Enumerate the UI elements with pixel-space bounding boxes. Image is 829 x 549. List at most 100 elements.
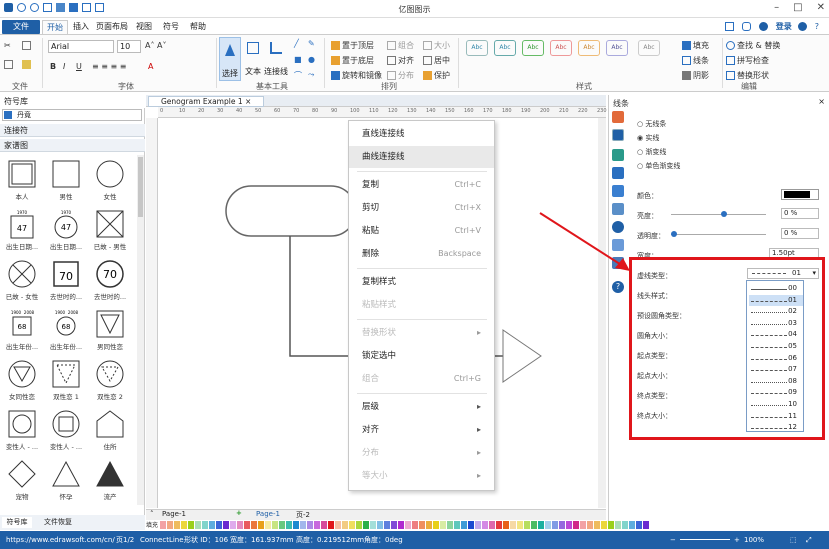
maximize-icon[interactable]: □	[793, 2, 802, 13]
palette-swatch[interactable]	[412, 521, 418, 529]
document-tab[interactable]: Genogram Example 1 ×	[148, 96, 265, 107]
style-preset-1[interactable]: Abc	[466, 40, 488, 56]
font-name-select[interactable]: Arial	[48, 40, 114, 53]
tab-page-layout[interactable]: 页面布局	[95, 20, 129, 34]
tab-symbol-library[interactable]: 符号库	[2, 517, 32, 528]
palette-swatch[interactable]	[377, 521, 383, 529]
palette-swatch[interactable]	[293, 521, 299, 529]
tab-insert[interactable]: 插入	[70, 20, 92, 34]
align-button[interactable]: 对齐	[387, 55, 414, 66]
rotate-mirror-button[interactable]: 旋转和镜像	[331, 70, 382, 81]
palette-swatch[interactable]	[587, 521, 593, 529]
shape-residence[interactable]: 住所	[90, 409, 130, 459]
line-button[interactable]: 线条	[682, 55, 709, 66]
palette-swatch[interactable]	[622, 521, 628, 529]
tab-home[interactable]: 开始	[42, 20, 68, 34]
palette-swatch[interactable]	[573, 521, 579, 529]
shadow-button[interactable]: 阴影	[682, 70, 709, 81]
palette-swatch[interactable]	[223, 521, 229, 529]
replace-shape-button[interactable]: 替换形状	[726, 70, 769, 81]
color-picker[interactable]	[781, 189, 819, 200]
shape-birth-date-2[interactable]: 47 1970 出生日期...	[46, 209, 86, 259]
ellipse-shape-icon[interactable]: ●	[308, 55, 315, 64]
tab-view[interactable]: 视图	[133, 20, 155, 34]
palette-swatch[interactable]	[454, 521, 460, 529]
option-mono-gradient[interactable]: ○ 单色渐变线	[637, 161, 680, 171]
menu-paste-style[interactable]: 粘贴样式	[349, 294, 494, 316]
page-select[interactable]: Page-1	[162, 510, 186, 518]
palette-swatch[interactable]	[328, 521, 334, 529]
style-preset-2[interactable]: Abc	[494, 40, 516, 56]
palette-swatch[interactable]	[181, 521, 187, 529]
fullscreen-icon[interactable]: ⤢	[806, 531, 812, 549]
palette-swatch[interactable]	[615, 521, 621, 529]
menu-distribute[interactable]: 分布 ▸	[349, 442, 494, 464]
underline-icon[interactable]: U	[76, 62, 82, 71]
palette-swatch[interactable]	[489, 521, 495, 529]
send-back-button[interactable]: 置于底层	[331, 55, 374, 66]
protect-button[interactable]: 保护	[423, 70, 450, 81]
palette-swatch[interactable]	[349, 521, 355, 529]
palette-swatch[interactable]	[405, 521, 411, 529]
palette-swatch[interactable]	[286, 521, 292, 529]
option-solid-line[interactable]: ◉ 实线	[637, 133, 659, 143]
connector-tool-button[interactable]: 连接线	[264, 37, 288, 81]
palette-swatch[interactable]	[314, 521, 320, 529]
style-preset-7[interactable]: Abc	[638, 40, 660, 56]
palette-swatch[interactable]	[230, 521, 236, 529]
select-tool-button[interactable]: 选择	[219, 37, 241, 81]
help-icon[interactable]: ?	[815, 22, 819, 31]
palette-swatch[interactable]	[531, 521, 537, 529]
text-tool-button[interactable]: 文本	[244, 37, 262, 81]
list-icon[interactable]: ≡ ≡ ≡ ≡	[92, 62, 126, 71]
palette-swatch[interactable]	[265, 521, 271, 529]
transparency-slider[interactable]	[671, 231, 766, 237]
rect-shape-icon[interactable]: ■	[294, 55, 302, 64]
palette-swatch[interactable]	[461, 521, 467, 529]
palette-swatch[interactable]	[524, 521, 530, 529]
palette-swatch[interactable]	[391, 521, 397, 529]
brightness-input[interactable]: 0 %	[781, 208, 819, 219]
line-shape-icon[interactable]: ╱	[294, 39, 299, 48]
palette-swatch[interactable]	[629, 521, 635, 529]
size-button[interactable]: 大小	[423, 40, 450, 51]
canvas-scrollbar-v[interactable]	[598, 118, 606, 508]
palette-swatch[interactable]	[643, 521, 649, 529]
shape-bisexual-2[interactable]: 双性恋 2	[90, 359, 130, 409]
fill-tab-icon[interactable]	[612, 111, 624, 123]
section-genogram[interactable]: 家谱图	[0, 139, 145, 152]
palette-swatch[interactable]	[370, 521, 376, 529]
palette-swatch[interactable]	[552, 521, 558, 529]
palette-swatch[interactable]	[559, 521, 565, 529]
tab-symbols[interactable]: 符号	[160, 20, 182, 34]
palette-swatch[interactable]	[566, 521, 572, 529]
palette-swatch[interactable]	[496, 521, 502, 529]
add-page-button[interactable]: +	[236, 509, 242, 517]
close-tab-icon[interactable]: ×	[245, 97, 251, 106]
share-icon[interactable]	[724, 22, 734, 31]
cloud-icon[interactable]	[741, 22, 751, 31]
palette-swatch[interactable]	[272, 521, 278, 529]
palette-swatch[interactable]	[307, 521, 313, 529]
palette-swatch[interactable]	[251, 521, 257, 529]
curve-shape-icon[interactable]: ⌒	[294, 70, 302, 81]
palette-swatch[interactable]	[167, 521, 173, 529]
shape-deceased-female[interactable]: 已故 - 女性	[2, 259, 42, 309]
shape-pet[interactable]: 宠物	[2, 459, 42, 509]
login-link[interactable]: 登录	[776, 21, 792, 32]
format-painter-icon[interactable]	[22, 60, 33, 69]
shape-self[interactable]: 本人	[2, 159, 42, 209]
palette-swatch[interactable]	[601, 521, 607, 529]
shape-miscarriage[interactable]: 流产	[90, 459, 130, 509]
triangle-shape[interactable]	[502, 329, 542, 383]
option-gradient-line[interactable]: ○ 渐变线	[637, 147, 666, 157]
style-preset-3[interactable]: Abc	[522, 40, 544, 56]
palette-swatch[interactable]	[342, 521, 348, 529]
palette-swatch[interactable]	[503, 521, 509, 529]
grow-font-icon[interactable]: A˄ A˅	[145, 41, 167, 50]
palette-swatch[interactable]	[258, 521, 264, 529]
page-tab-2[interactable]: 页-2	[296, 510, 310, 520]
menu-delete[interactable]: 删除 Backspace	[349, 243, 494, 265]
shape-pregnancy[interactable]: 怀孕	[46, 459, 86, 509]
zoom-slider[interactable]	[680, 539, 730, 540]
